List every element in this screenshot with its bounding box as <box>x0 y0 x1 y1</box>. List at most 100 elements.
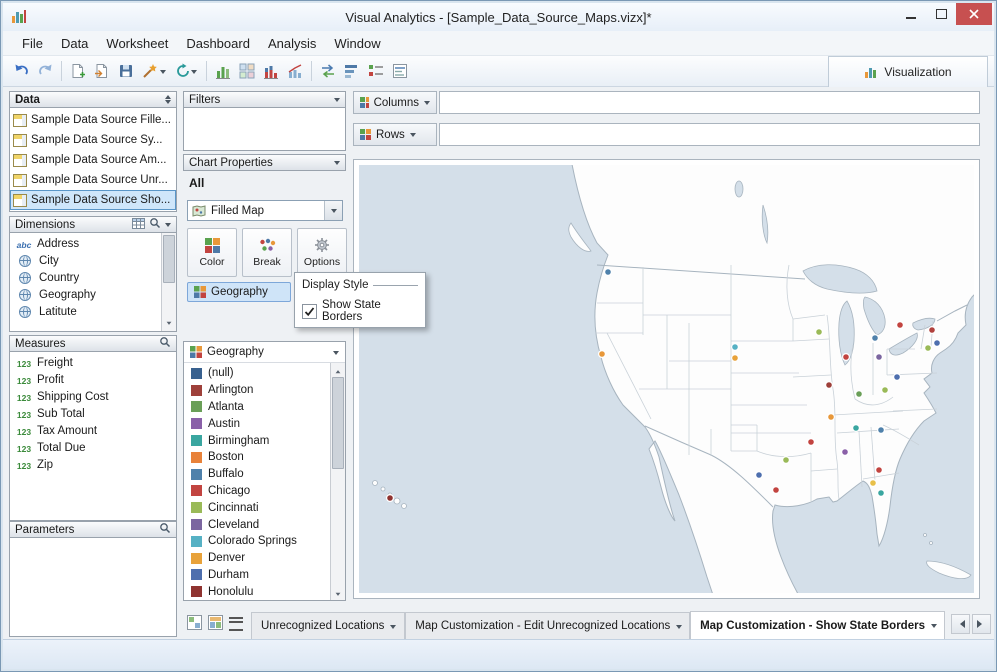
map-visualization[interactable] <box>353 159 980 599</box>
dimensions-menu-caret-icon[interactable] <box>165 223 171 230</box>
data-source-item[interactable]: Sample Data Source Sho... <box>10 190 176 210</box>
search-measures-icon[interactable] <box>159 336 171 351</box>
city-dot[interactable] <box>876 489 885 498</box>
worksheet-list-icon[interactable] <box>229 617 243 631</box>
dimension-item[interactable]: Country <box>10 269 162 286</box>
view-as-table-icon[interactable] <box>132 217 145 232</box>
measure-item[interactable]: Sub Total <box>10 405 176 422</box>
city-dot[interactable] <box>874 353 883 362</box>
legend-caret-icon[interactable] <box>333 350 339 358</box>
chart-combo-icon[interactable] <box>283 59 307 83</box>
legend-item[interactable]: Denver <box>184 550 331 567</box>
columns-caret-icon[interactable] <box>424 101 430 108</box>
city-dot[interactable] <box>932 339 941 348</box>
legend-item[interactable]: Durham <box>184 567 331 584</box>
city-dot[interactable] <box>927 326 936 335</box>
labels-toggle-icon[interactable] <box>388 59 412 83</box>
refresh-icon[interactable] <box>170 59 202 83</box>
legend-item[interactable]: Chicago <box>184 483 331 500</box>
city-dot[interactable] <box>755 471 764 480</box>
legend-item[interactable]: Cincinnati <box>184 499 331 516</box>
chart-properties-header[interactable]: Chart Properties <box>183 154 346 171</box>
search-parameters-icon[interactable] <box>159 522 171 537</box>
new-worksheet-tab-icon[interactable] <box>187 615 202 633</box>
dimension-item[interactable]: City <box>10 252 162 269</box>
chart-bars-icon[interactable] <box>211 59 235 83</box>
city-dot[interactable] <box>855 390 864 399</box>
legend-item[interactable]: Colorado Springs <box>184 533 331 550</box>
menu-item[interactable]: Dashboard <box>177 33 259 54</box>
city-dot[interactable] <box>782 456 791 465</box>
city-dot[interactable] <box>815 328 824 337</box>
data-source-item[interactable]: Sample Data Source Sy... <box>10 130 176 150</box>
city-dot[interactable] <box>895 321 904 330</box>
city-dot[interactable] <box>852 424 861 433</box>
measure-item[interactable]: Profit <box>10 371 176 388</box>
chart-type-select[interactable]: Filled Map <box>187 200 343 221</box>
city-dot[interactable] <box>827 413 836 422</box>
dimensions-scrollbar[interactable] <box>161 233 176 331</box>
city-dot[interactable] <box>876 426 885 435</box>
maximize-button[interactable] <box>926 3 956 25</box>
city-dot[interactable] <box>842 353 851 362</box>
save-icon[interactable] <box>114 59 138 83</box>
scroll-down-icon[interactable] <box>331 588 345 600</box>
measure-item[interactable]: Shipping Cost <box>10 388 176 405</box>
city-dot[interactable] <box>731 354 740 363</box>
rows-caret-icon[interactable] <box>409 133 416 140</box>
chart-matrix-icon[interactable] <box>235 59 259 83</box>
filters-shelf[interactable] <box>183 107 346 151</box>
new-worksheet-icon[interactable] <box>66 59 90 83</box>
dimension-item[interactable]: Geography <box>10 286 162 303</box>
dimension-item[interactable]: Address <box>10 235 162 252</box>
city-dot[interactable] <box>841 448 850 457</box>
measure-item[interactable]: Freight <box>10 354 176 371</box>
data-source-item[interactable]: Sample Data Source Fille... <box>10 110 176 130</box>
show-state-borders-checkbox[interactable] <box>302 303 317 319</box>
close-button[interactable] <box>956 3 992 25</box>
menu-item[interactable]: Analysis <box>259 33 325 54</box>
city-dot[interactable] <box>825 381 834 390</box>
scroll-thumb[interactable] <box>332 377 344 469</box>
menu-item[interactable]: File <box>13 33 52 54</box>
geography-field-pill[interactable]: Geography <box>187 282 291 302</box>
city-dot[interactable] <box>604 267 613 276</box>
menu-item[interactable]: Worksheet <box>97 33 177 54</box>
worksheet-tab[interactable]: Map Customization - Show State Borders <box>690 611 945 639</box>
legend-item[interactable]: Buffalo <box>184 466 331 483</box>
chart-stacked-icon[interactable] <box>259 59 283 83</box>
worksheet-tab[interactable]: Map Customization - Edit Unrecognized Lo… <box>405 612 691 639</box>
tab-menu-caret-icon[interactable] <box>930 624 937 631</box>
legend-item[interactable]: Birmingham <box>184 432 331 449</box>
redo-icon[interactable] <box>33 59 57 83</box>
measure-item[interactable]: Tax Amount <box>10 422 176 439</box>
legend-item[interactable]: Austin <box>184 415 331 432</box>
scroll-up-icon[interactable] <box>331 363 345 377</box>
scroll-thumb[interactable] <box>163 235 175 283</box>
columns-chip[interactable]: Columns <box>353 91 437 114</box>
filters-header[interactable]: Filters <box>183 91 346 108</box>
filters-caret-icon[interactable] <box>334 98 340 105</box>
city-dot[interactable] <box>772 486 781 495</box>
legend-header[interactable]: Geography <box>184 342 345 363</box>
city-dot[interactable] <box>870 334 879 343</box>
columns-shelf[interactable] <box>439 91 980 114</box>
dimension-item[interactable]: Latitute <box>10 303 162 320</box>
rows-shelf[interactable] <box>439 123 980 146</box>
legend-item[interactable]: Honolulu <box>184 583 331 600</box>
legend-item[interactable]: Cleveland <box>184 516 331 533</box>
measure-item[interactable]: Total Due <box>10 439 176 456</box>
city-dot[interactable] <box>386 494 395 503</box>
minimize-button[interactable] <box>896 3 926 25</box>
visualization-tab[interactable]: Visualization <box>828 55 988 87</box>
rows-chip[interactable]: Rows <box>353 123 437 146</box>
tab-scroll-right-icon[interactable] <box>972 614 991 634</box>
legend-item[interactable]: Arlington <box>184 382 331 399</box>
chart-type-dropdown-button[interactable] <box>324 201 342 220</box>
city-dot[interactable] <box>731 343 740 352</box>
legend-toggle-icon[interactable] <box>364 59 388 83</box>
new-dashboard-tab-icon[interactable] <box>208 615 223 633</box>
legend-scrollbar[interactable] <box>330 363 345 600</box>
data-source-sort-icon[interactable] <box>165 92 171 107</box>
city-dot[interactable] <box>598 350 607 359</box>
